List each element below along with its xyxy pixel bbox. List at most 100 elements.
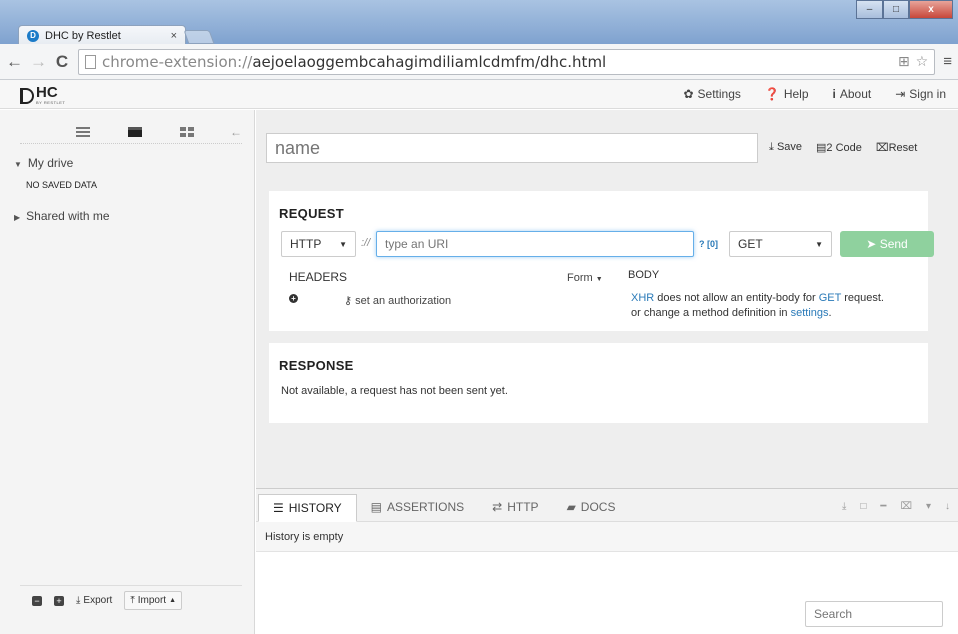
response-title: RESPONSE [279, 358, 354, 373]
chrome-menu-icon[interactable]: ≡ [943, 53, 952, 70]
body-label: BODY [628, 269, 660, 281]
header-nav: ✿ Settings ❓ Help i About ⇥ Sign in [683, 87, 946, 101]
uri-help-link[interactable]: ? [0] [699, 239, 718, 249]
collapse-sidebar-icon[interactable]: ← [230, 125, 242, 139]
window-controls: – □ x [856, 0, 953, 19]
uri-input[interactable] [376, 231, 694, 257]
back-arrow-icon[interactable]: ← [6, 52, 23, 72]
set-authorization-link[interactable]: ⚷ set an authorization [344, 294, 451, 307]
download-icon: ⤓ [76, 595, 81, 606]
sidebar: ← ▼ My drive NO SAVED DATA ▶ Shared with m… [0, 110, 255, 634]
sidebar-view-toolbar: ← [20, 120, 242, 144]
import-button[interactable]: ⤒ Import ▲ [124, 591, 183, 610]
tab-docs[interactable]: ▰ DOCS [553, 493, 630, 521]
gear-icon: ✿ [683, 87, 694, 101]
history-search-input[interactable] [805, 601, 943, 627]
to-code-button[interactable]: ▤2 Code [816, 141, 862, 154]
tab-http[interactable]: ⇄ HTTP [478, 493, 552, 521]
caret-down-icon: ▼ [14, 160, 22, 169]
dhc-logo: HC BY RESTLET [20, 84, 66, 105]
get-link[interactable]: GET [819, 292, 841, 304]
trash-icon: ⌧ [875, 142, 889, 154]
add-icon[interactable]: + [54, 595, 64, 606]
reload-icon[interactable]: C [54, 52, 70, 72]
logo-wordmark: HC BY RESTLET [36, 84, 66, 105]
caret-right-icon: ▶ [14, 213, 21, 222]
settings-link-inline[interactable]: settings [791, 307, 829, 319]
list-view-icon[interactable] [76, 126, 90, 137]
maximize-button[interactable]: □ [883, 0, 909, 19]
request-title: REQUEST [279, 206, 344, 221]
save-button[interactable]: ⤓ Save [769, 141, 802, 154]
main-content: ⤓ Save ▤2 Code ⌧Reset REQUEST HTTP▼ :// … [256, 110, 958, 488]
about-link[interactable]: i About [833, 87, 872, 101]
history-tools: ⤓ □ ━ ⌧ ▾ ↓ [842, 501, 950, 512]
signin-link[interactable]: ⇥ Sign in [895, 87, 946, 101]
url-scheme: chrome-extension:// [102, 52, 253, 71]
send-plane-icon: ➤ [866, 237, 877, 251]
request-panel: REQUEST HTTP▼ :// ? [0] GET▼ ➤ Send HEAD… [269, 191, 934, 331]
address-bar: ← → C chrome-extension:// aejoelaoggembc… [0, 44, 958, 80]
bottom-panel: ☰ HISTORY ▤ ASSERTIONS ⇄ HTTP ▰ DOCS ⤓ □ ━ ⌧… [256, 488, 958, 634]
assertions-icon: ▤ [370, 500, 383, 514]
book-icon: ▰ [566, 500, 576, 514]
new-tab-button[interactable] [183, 30, 215, 44]
export-button[interactable]: ⤓ Export [76, 595, 112, 606]
caret-down-icon[interactable]: ▾ [926, 501, 931, 512]
arrow-down-icon[interactable]: ↓ [945, 501, 950, 512]
reset-button[interactable]: ⌧Reset [876, 141, 917, 154]
upload-icon: ⤒ [130, 595, 135, 606]
bookmark-star-icon[interactable]: ☆ [916, 54, 929, 70]
request-name-input[interactable] [266, 133, 758, 163]
remove-icon[interactable]: − [32, 595, 42, 606]
key-icon: ⚷ [344, 295, 353, 307]
tab-assertions[interactable]: ▤ ASSERTIONS [357, 493, 478, 521]
minimize-button[interactable]: – [856, 0, 883, 19]
send-button[interactable]: ➤ Send [840, 231, 934, 257]
archive-view-icon[interactable] [128, 126, 142, 137]
signin-icon: ⇥ [895, 87, 906, 101]
method-select[interactable]: GET ▼ [729, 231, 832, 257]
protocol-select[interactable]: HTTP ▼ [281, 231, 356, 257]
no-saved-data-label: NO SAVED DATA [26, 180, 98, 190]
form-dropdown[interactable]: Form ▼ [567, 272, 603, 284]
omnibox-actions: ⊞ ☆ [898, 54, 928, 70]
info-icon: i [832, 87, 836, 101]
url-field[interactable]: chrome-extension:// aejoelaoggembcahagim… [78, 48, 936, 75]
tab-close-icon[interactable]: × [171, 30, 177, 42]
app-header: HC BY RESTLET ✿ Settings ❓ Help i About ⇥ Si… [0, 80, 958, 109]
request-actions: ⤓ Save ▤2 Code ⌧Reset [769, 141, 917, 154]
browser-tab[interactable]: D DHC by Restlet × [18, 25, 186, 46]
page-icon [85, 54, 96, 69]
logo-mark-icon [20, 87, 34, 104]
settings-link[interactable]: ✿ Settings [683, 87, 740, 101]
translate-icon[interactable]: ⊞ [898, 54, 910, 70]
grid-view-icon[interactable] [180, 126, 194, 137]
list-icon: ☰ [273, 501, 284, 515]
body-message: XHR does not allow an entity-body for GE… [631, 292, 884, 319]
tree-shared-with-me[interactable]: ▶ Shared with me [14, 209, 110, 223]
question-icon: ❓ [764, 87, 780, 101]
square-icon[interactable]: □ [860, 501, 866, 512]
add-header-icon[interactable]: + [289, 294, 298, 303]
headers-label: HEADERS [289, 270, 348, 284]
forward-arrow-icon[interactable]: → [30, 52, 47, 72]
scheme-separator: :// [361, 237, 371, 249]
exchange-icon: ⇄ [492, 500, 503, 514]
download-icon[interactable]: ⤓ [842, 501, 846, 512]
minus-icon[interactable]: ━ [880, 501, 886, 512]
close-window-button[interactable]: x [909, 0, 953, 19]
response-message: Not available, a request has not been se… [281, 385, 508, 397]
xhr-link[interactable]: XHR [631, 292, 654, 304]
tab-history[interactable]: ☰ HISTORY [258, 494, 357, 522]
trash-icon[interactable]: ⌧ [900, 501, 912, 512]
help-link[interactable]: ❓ Help [765, 87, 809, 101]
dropdown-caret-icon: ▼ [815, 239, 823, 249]
caret-down-icon: ▼ [595, 276, 603, 283]
tree-my-drive[interactable]: ▼ My drive [14, 156, 73, 170]
url-text: aejoelaoggembcahagimdiliamlcdmfm/dhc.htm… [252, 52, 607, 71]
history-empty-row: History is empty [256, 522, 958, 552]
caret-up-icon: ▲ [169, 597, 177, 604]
save-icon: ⤓ [769, 141, 774, 153]
file-icon: ▤ [816, 142, 827, 154]
